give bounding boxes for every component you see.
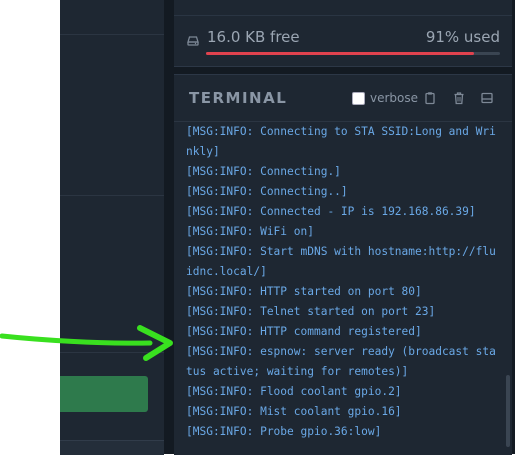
terminal-line: tus active; waiting for remotes)]: [186, 365, 409, 378]
green-action-button[interactable]: [60, 376, 148, 412]
terminal-line: [MSG:INFO: HTTP command registered]: [186, 325, 422, 338]
arrow-right-icon: [0, 325, 173, 361]
terminal-output[interactable]: [MSG:INFO: Connecting to STA SSID:Long a…: [186, 122, 496, 442]
divider: [174, 15, 512, 16]
right-panel: 16.0 KB free 91% used TERMINAL verbose [: [174, 0, 515, 455]
terminal-line: [MSG:INFO: espnow: server ready (broadca…: [186, 345, 496, 358]
terminal-line: [MSG:INFO: Telnet started on port 23]: [186, 305, 436, 318]
left-panel: [60, 0, 164, 455]
terminal-line: [MSG:INFO: HTTP started on port 80]: [186, 285, 422, 298]
storage-free-label: 16.0 KB free: [207, 28, 300, 46]
terminal-header: TERMINAL verbose: [174, 75, 512, 122]
terminal-line: [MSG:INFO: Probe gpio.36:low]: [186, 425, 382, 438]
clipboard-icon[interactable]: [423, 91, 437, 105]
terminal-line: nkly]: [186, 145, 220, 158]
storage-icon: [187, 36, 199, 46]
terminal-line: [MSG:INFO: WiFi on]: [186, 225, 314, 238]
terminal-line: [MSG:INFO: Flood coolant gpio.2]: [186, 385, 402, 398]
terminal-line: [MSG:INFO: Connected - IP is 192.168.86.…: [186, 205, 476, 218]
terminal-panel: TERMINAL verbose [MSG:INFO: Connecting t…: [174, 74, 512, 455]
trash-icon[interactable]: [452, 91, 466, 105]
panel-gap: [164, 0, 174, 454]
storage-card: 16.0 KB free 91% used: [174, 0, 512, 67]
storage-progress-bar: [206, 52, 500, 55]
divider: [60, 195, 164, 196]
terminal-line: [MSG:INFO: Connecting..]: [186, 185, 348, 198]
verbose-label: verbose: [370, 91, 419, 105]
terminal-scrollbar[interactable]: [506, 375, 510, 447]
terminal-title: TERMINAL: [189, 89, 288, 107]
minimize-icon[interactable]: [480, 91, 494, 105]
terminal-line: [MSG:INFO: Connecting.]: [186, 165, 341, 178]
verbose-checkbox[interactable]: [352, 92, 365, 105]
terminal-line: [MSG:INFO: Start mDNS with hostname:http…: [186, 245, 496, 258]
storage-used-label: 91% used: [425, 28, 500, 46]
left-panel-footer: [60, 440, 164, 455]
terminal-line: [MSG:INFO: Mist coolant gpio.16]: [186, 405, 402, 418]
storage-progress-fill: [206, 52, 474, 55]
divider: [60, 34, 164, 35]
terminal-line: idnc.local/]: [186, 265, 267, 278]
terminal-line: [MSG:INFO: Connecting to STA SSID:Long a…: [186, 125, 496, 138]
